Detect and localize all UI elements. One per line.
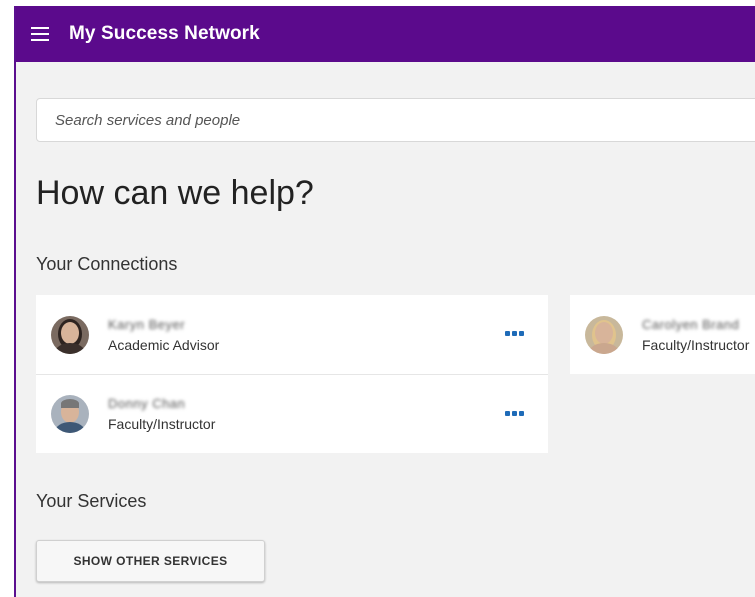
show-other-services-button[interactable]: SHOW OTHER SERVICES [36,540,265,582]
more-options-icon[interactable] [505,411,524,416]
connections-card: Karyn Beyer Academic Advisor Donny Chan … [36,295,548,453]
connection-name: Carolyen Brand [642,316,740,332]
services-title: Your Services [36,491,147,511]
connection-item[interactable]: Karyn Beyer Academic Advisor [36,295,548,374]
search-input[interactable] [36,98,755,142]
connection-role: Faculty/Instructor [642,336,750,353]
page-title: How can we help? [36,174,314,212]
connection-role: Academic Advisor [108,336,220,353]
connection-role: Faculty/Instructor [108,416,216,432]
app-window: My Success Network How can we help? Your… [14,6,755,597]
avatar [51,395,89,433]
connection-item[interactable]: Donny Chan Faculty/Instructor [36,374,548,453]
more-options-icon[interactable] [505,331,524,336]
connection-item[interactable]: Carolyen Brand Faculty/Instructor [570,295,755,374]
hamburger-menu-icon[interactable] [31,27,49,41]
avatar [585,315,623,354]
connection-name: Donny Chan [108,396,186,411]
top-bar: My Success Network [16,6,755,62]
avatar [51,315,89,354]
connections-title: Your Connections [36,254,178,274]
app-title: My Success Network [69,23,260,44]
connection-name: Karyn Beyer [108,316,186,332]
connections-card: Carolyen Brand Faculty/Instructor [570,295,755,374]
